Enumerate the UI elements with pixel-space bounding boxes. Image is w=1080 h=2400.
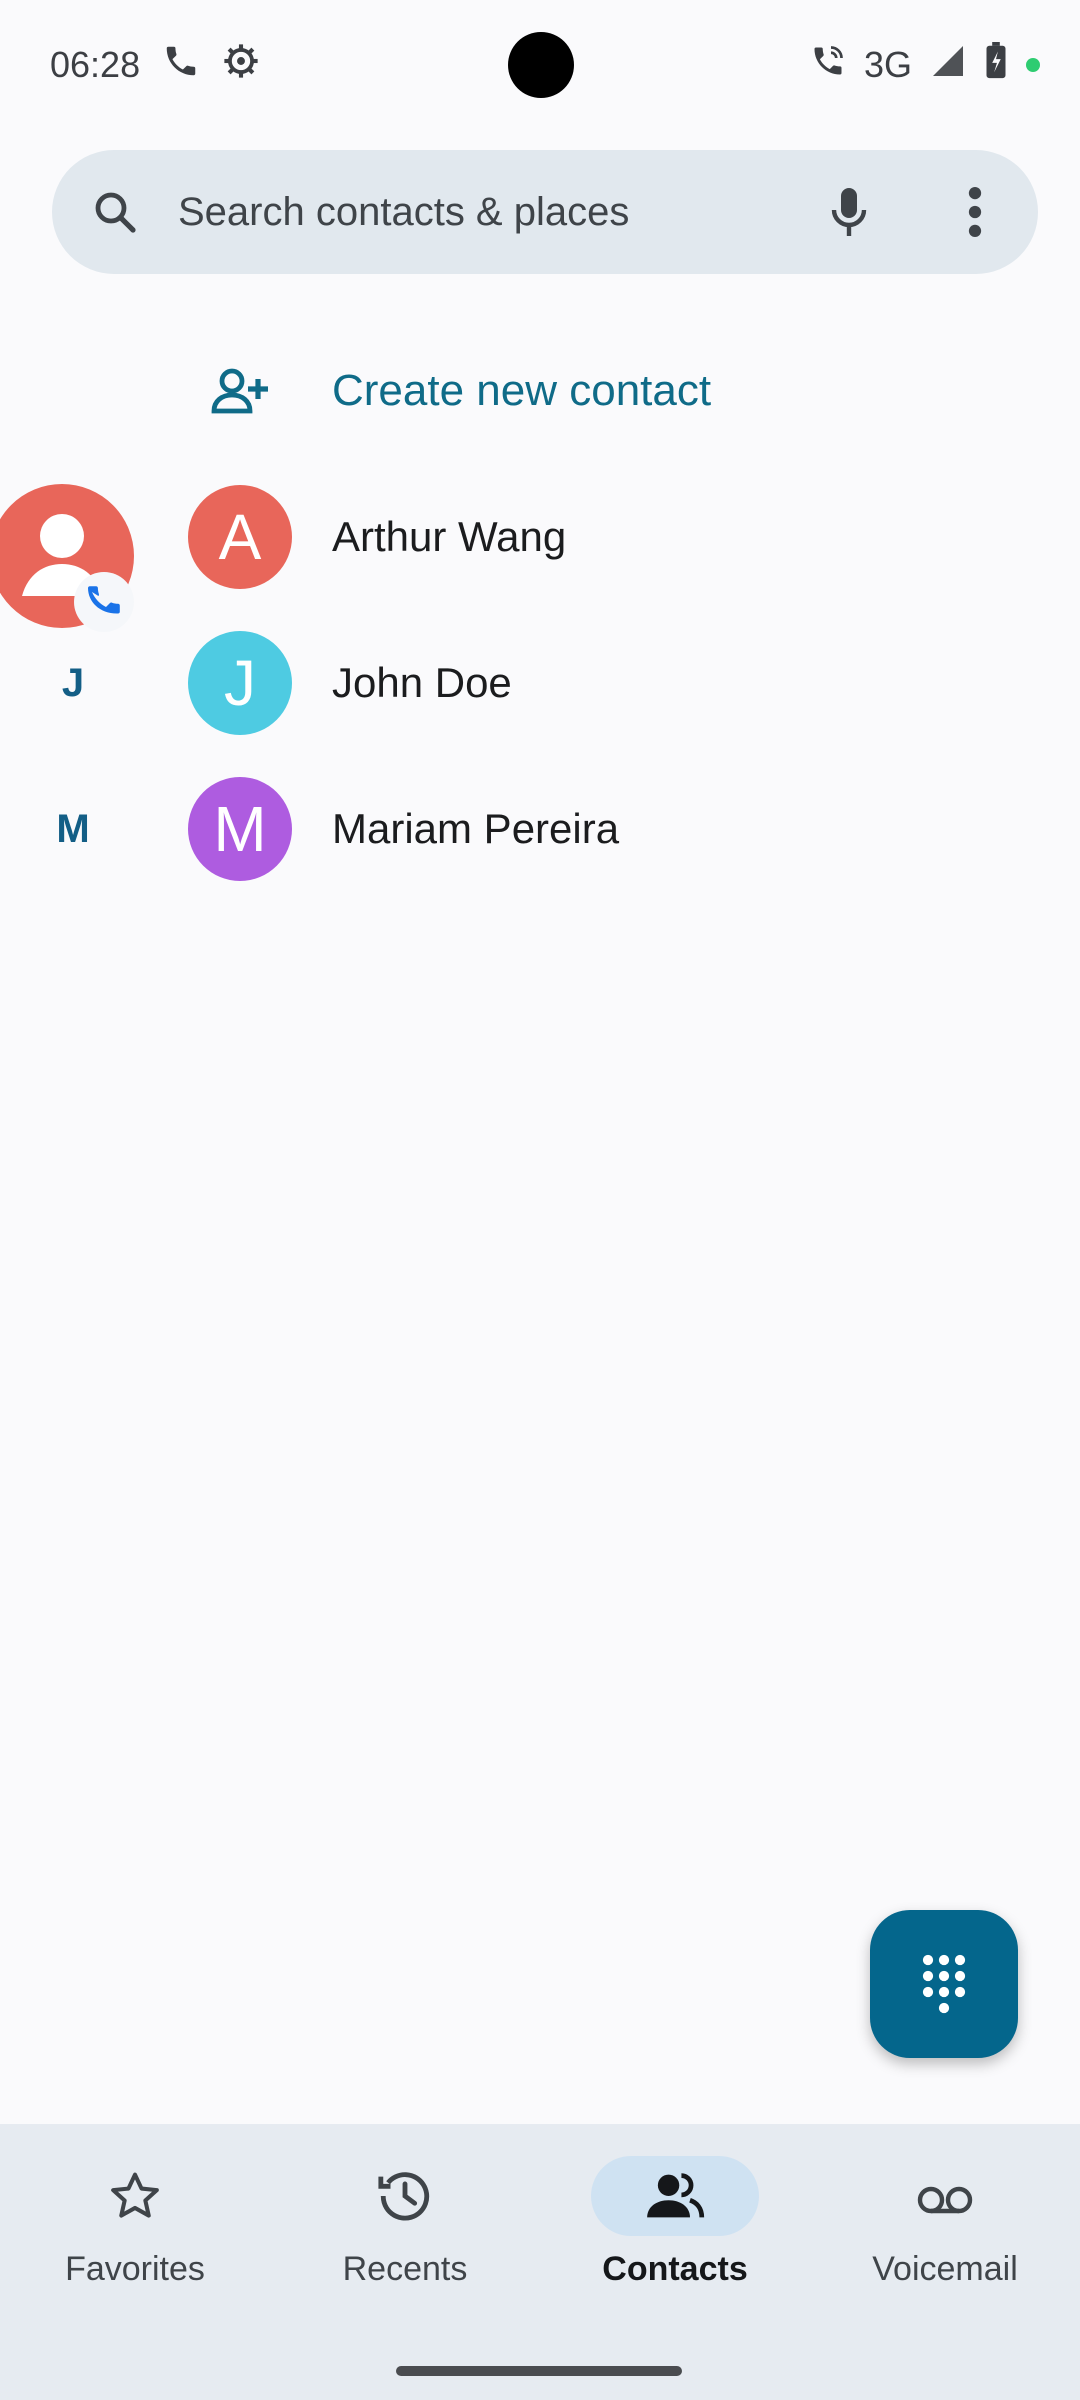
privacy-indicator-dot xyxy=(1026,58,1040,72)
status-time: 06:28 xyxy=(50,44,141,85)
nav-label-voicemail: Voicemail xyxy=(872,2250,1018,2288)
camera-cutout xyxy=(508,32,574,98)
dialpad-button[interactable] xyxy=(870,1910,1018,2058)
nav-contacts[interactable]: Contacts xyxy=(540,2124,810,2334)
more-options-icon[interactable] xyxy=(912,150,1038,274)
recents-icon xyxy=(321,2156,489,2236)
contact-name: Arthur Wang xyxy=(332,513,567,560)
wifi-call-icon xyxy=(810,43,846,88)
section-letter-m: M xyxy=(56,806,90,851)
nav-label-contacts: Contacts xyxy=(602,2250,748,2288)
nav-favorites[interactable]: Favorites xyxy=(0,2124,270,2334)
contacts-screen: 06:28 3G Search contacts & places Create… xyxy=(0,0,1080,2400)
signal-icon xyxy=(930,43,966,88)
contact-avatar: M xyxy=(188,777,292,881)
bottom-navigation: Favorites Recents Contacts Voicemail xyxy=(0,2124,1080,2334)
search-input[interactable]: Search contacts & places xyxy=(178,190,786,235)
gesture-handle[interactable] xyxy=(396,2366,682,2376)
settings-status-icon xyxy=(222,42,260,89)
create-new-contact-label: Create new contact xyxy=(332,366,712,415)
contact-row[interactable]: A Arthur Wang xyxy=(148,464,1038,610)
battery-icon xyxy=(984,41,1008,89)
dialpad-icon xyxy=(922,1954,966,2014)
nav-recents[interactable]: Recents xyxy=(270,2124,540,2334)
contacts-icon xyxy=(591,2156,759,2236)
add-person-icon xyxy=(188,339,292,443)
nav-label-recents: Recents xyxy=(342,2250,468,2288)
profile-avatar[interactable] xyxy=(0,484,136,632)
star-icon xyxy=(51,2156,219,2236)
status-bar: 06:28 3G xyxy=(0,0,1080,130)
network-type: 3G xyxy=(863,44,912,85)
contact-name: John Doe xyxy=(332,659,512,706)
section-letter-j: J xyxy=(61,660,85,705)
mic-icon[interactable] xyxy=(786,150,912,274)
contact-avatar: J xyxy=(188,631,292,735)
call-status-icon xyxy=(162,42,200,89)
create-new-contact-row[interactable]: Create new contact xyxy=(148,318,1038,464)
contact-row[interactable]: J John Doe xyxy=(148,610,1038,756)
contact-name: Mariam Pereira xyxy=(332,805,620,852)
contact-avatar: A xyxy=(188,485,292,589)
search-bar[interactable]: Search contacts & places xyxy=(52,150,1038,274)
nav-label-favorites: Favorites xyxy=(65,2250,205,2288)
nav-voicemail[interactable]: Voicemail xyxy=(810,2124,1080,2334)
contact-row[interactable]: M Mariam Pereira xyxy=(148,756,1038,902)
search-icon[interactable] xyxy=(52,150,178,274)
voicemail-icon xyxy=(861,2156,1029,2236)
